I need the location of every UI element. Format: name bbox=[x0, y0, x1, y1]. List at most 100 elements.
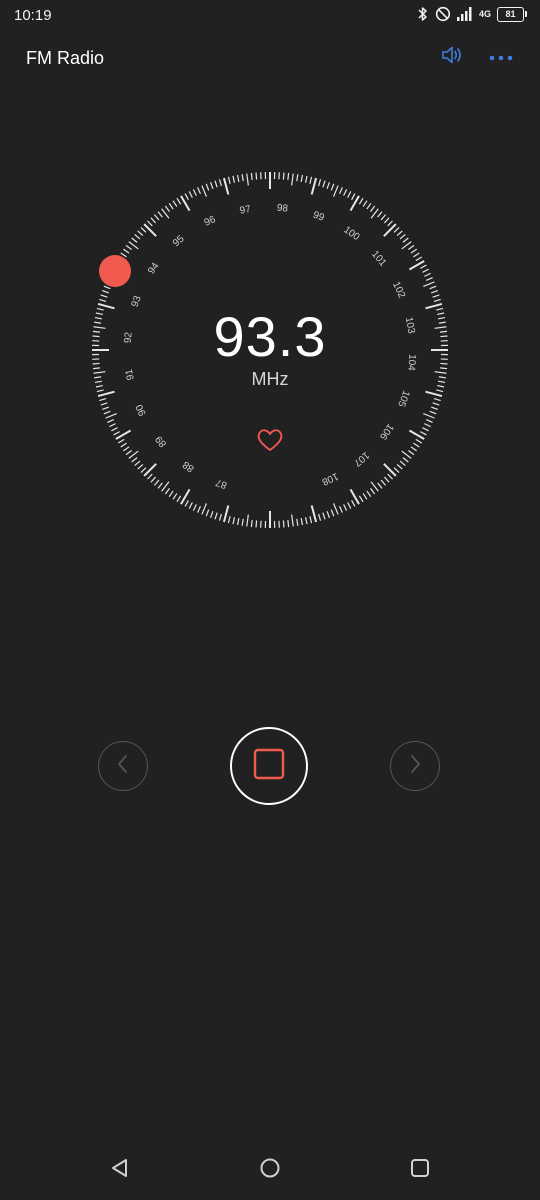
dial-tick bbox=[380, 214, 387, 221]
dial-tick bbox=[180, 195, 191, 212]
dial-tick bbox=[413, 442, 420, 448]
dial-tick bbox=[362, 200, 368, 207]
dial-tick bbox=[413, 252, 420, 258]
dial-tick bbox=[310, 505, 318, 523]
dial-tick bbox=[131, 457, 138, 463]
dial-label: 95 bbox=[171, 233, 187, 249]
dial-tick bbox=[399, 460, 406, 467]
tuner-dial[interactable]: 87 88 89 90 91 92 93 94 95 96 97 98 99 100 101 102 103 10… bbox=[0, 0, 540, 560]
dial-tick bbox=[377, 482, 383, 489]
dial-label: 94 bbox=[146, 261, 162, 277]
dial-label: 98 bbox=[276, 203, 288, 215]
chevron-right-icon bbox=[408, 753, 422, 780]
dial-tick bbox=[425, 390, 443, 398]
dial-tick bbox=[383, 217, 390, 224]
dial-tick bbox=[122, 446, 130, 452]
dial-tick bbox=[188, 191, 193, 198]
dial-scale: 8788899091929394959697 989910010110210310… bbox=[92, 172, 448, 528]
dial-tick bbox=[255, 172, 258, 180]
dial-tick bbox=[343, 189, 348, 196]
dial-tick bbox=[383, 476, 390, 483]
dial-label: 96 bbox=[203, 214, 218, 229]
dial-tick bbox=[197, 187, 201, 195]
dial-tick bbox=[137, 230, 144, 237]
dial-tick bbox=[122, 248, 130, 254]
dial-tick bbox=[201, 503, 208, 515]
dial-tick bbox=[332, 503, 339, 515]
dial-tick bbox=[425, 419, 433, 423]
dial-tick bbox=[147, 473, 153, 480]
dial-tick bbox=[425, 277, 433, 281]
dial-tick bbox=[100, 294, 108, 298]
dial-tick bbox=[432, 402, 440, 406]
dial-tick bbox=[227, 176, 231, 184]
dial-tick bbox=[184, 499, 189, 507]
dial-tick bbox=[326, 182, 330, 190]
dial-tick bbox=[282, 172, 285, 180]
dial-tick bbox=[358, 197, 364, 205]
dial-tick bbox=[309, 516, 313, 524]
dial-tick bbox=[380, 479, 387, 486]
dial-tick bbox=[197, 505, 201, 513]
dial-tick bbox=[330, 509, 335, 517]
dial-tick bbox=[227, 516, 231, 524]
dial-tick bbox=[349, 195, 360, 212]
dial-tick bbox=[134, 460, 141, 467]
dial-tick bbox=[184, 193, 189, 201]
dial-tick bbox=[309, 176, 313, 184]
dial-tick bbox=[241, 518, 244, 526]
dial-tick bbox=[296, 174, 299, 182]
dial-tick bbox=[236, 174, 240, 182]
dial-tick bbox=[296, 518, 299, 526]
dial-tick bbox=[429, 285, 437, 290]
navigation-bar bbox=[0, 1140, 540, 1200]
dial-tick bbox=[358, 495, 364, 503]
dial-tick bbox=[157, 482, 163, 489]
dial-tick bbox=[236, 518, 240, 526]
dial-tick bbox=[176, 495, 182, 503]
dial-tick bbox=[317, 513, 322, 521]
dial-label: 106 bbox=[377, 421, 396, 441]
dial-tick bbox=[330, 183, 335, 191]
next-station-button[interactable] bbox=[390, 741, 440, 791]
dial-tick bbox=[304, 517, 308, 525]
home-button[interactable] bbox=[256, 1156, 284, 1184]
dial-tick bbox=[419, 431, 427, 436]
dial-label: 99 bbox=[311, 210, 326, 224]
recents-icon bbox=[409, 1157, 431, 1184]
dial-tick bbox=[192, 504, 197, 511]
dial-tick bbox=[322, 512, 326, 520]
dial-tick bbox=[399, 233, 406, 240]
dial-label: 108 bbox=[320, 470, 340, 487]
dial-tick bbox=[433, 298, 441, 303]
dial-tick bbox=[150, 476, 157, 483]
recents-button[interactable] bbox=[406, 1156, 434, 1184]
dial-tick bbox=[153, 479, 160, 486]
dial-tick bbox=[172, 493, 178, 500]
dial-tick bbox=[347, 191, 352, 198]
dial-tick bbox=[287, 172, 290, 181]
dial-tick bbox=[393, 227, 400, 233]
dial-tick bbox=[433, 397, 441, 402]
stop-button[interactable] bbox=[230, 727, 308, 805]
frequency-unit: MHz bbox=[251, 369, 289, 389]
favorite-button[interactable] bbox=[255, 426, 285, 454]
dial-tick bbox=[125, 450, 133, 456]
dial-tick bbox=[205, 509, 210, 517]
chevron-left-icon bbox=[116, 753, 130, 780]
dial-tick bbox=[164, 487, 170, 495]
dial-tick bbox=[99, 397, 107, 402]
dial-tick bbox=[120, 442, 127, 448]
back-button[interactable] bbox=[106, 1156, 134, 1184]
dial-tick bbox=[103, 285, 111, 290]
dial-tick bbox=[222, 505, 230, 523]
dial-tick bbox=[214, 180, 218, 188]
dial-tick bbox=[349, 488, 360, 505]
previous-station-button[interactable] bbox=[98, 741, 148, 791]
dial-tick bbox=[103, 410, 111, 415]
dial-tick bbox=[339, 505, 343, 513]
dial-tick bbox=[168, 490, 174, 498]
dial-tick bbox=[113, 431, 121, 436]
tuner-knob[interactable] bbox=[99, 255, 131, 287]
dial-tick bbox=[255, 520, 258, 528]
